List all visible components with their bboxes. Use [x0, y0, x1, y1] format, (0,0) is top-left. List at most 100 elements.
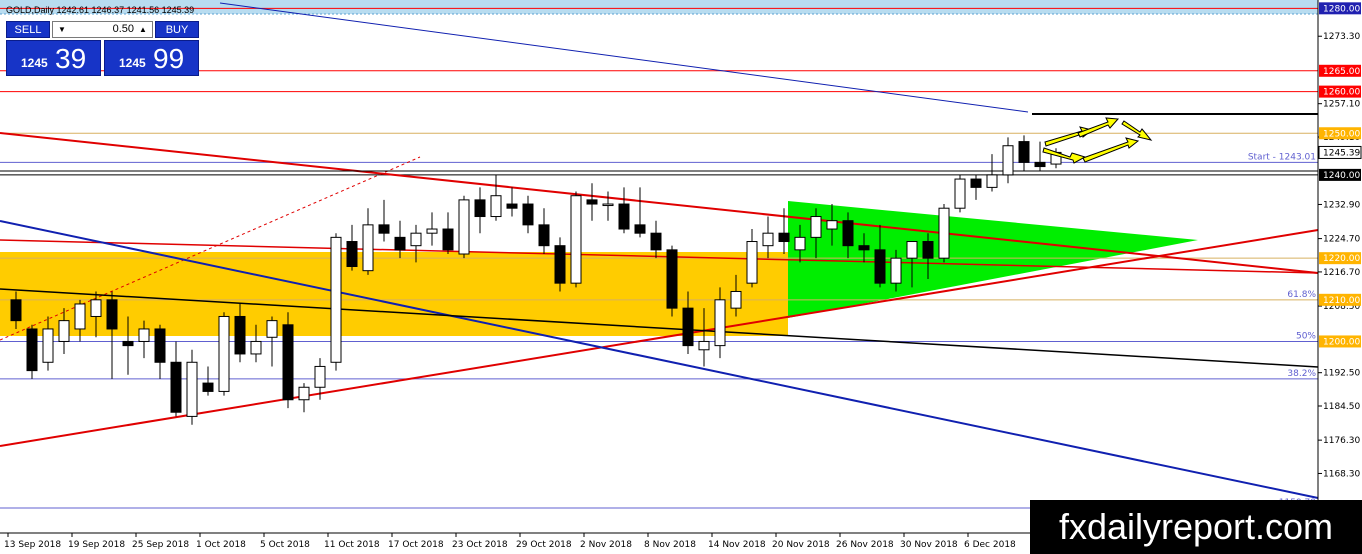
price-tick-label: 1257.10 — [1323, 100, 1360, 110]
price-tick-label: 1216.70 — [1323, 268, 1360, 278]
level-badge-label: 1210.00 — [1323, 296, 1360, 306]
candle-body — [26, 328, 38, 372]
candle-body — [122, 340, 134, 347]
candle-body — [586, 199, 598, 205]
candle-body — [186, 361, 198, 417]
buy-price-box[interactable]: 1245 99 — [104, 40, 199, 76]
candle-body — [746, 241, 758, 284]
candle-body — [762, 232, 774, 247]
candle-body — [42, 328, 54, 363]
sell-price-box[interactable]: 1245 39 — [6, 40, 101, 76]
candle-body — [570, 195, 582, 284]
candle-body — [74, 303, 86, 330]
time-tick-label: 5 Oct 2018 — [260, 540, 310, 550]
price-tick-label: 1168.30 — [1323, 469, 1360, 479]
price-tick-label: 1192.50 — [1323, 369, 1360, 379]
candle-body — [154, 328, 166, 363]
candle-body — [346, 241, 358, 267]
candle-body — [666, 249, 678, 309]
time-tick-label: 30 Nov 2018 — [900, 540, 958, 550]
candle-body — [858, 245, 870, 251]
candle-body — [250, 340, 262, 355]
candle-body — [506, 203, 518, 209]
time-tick-label: 11 Oct 2018 — [324, 540, 380, 550]
chart-annotations: Start - 1243.0161.8%50%38.2%1159.79 — [1248, 152, 1317, 508]
candle-body — [282, 324, 294, 401]
candle-body — [362, 224, 374, 272]
price-tick-label: 1176.30 — [1323, 436, 1360, 446]
candle-body — [1034, 161, 1046, 168]
candle-body — [1018, 141, 1030, 163]
buy-button[interactable]: BUY — [155, 21, 199, 38]
time-tick-label: 19 Sep 2018 — [68, 540, 125, 550]
time-tick-label: 2 Nov 2018 — [580, 540, 632, 550]
buy-price-prefix: 1245 — [119, 56, 146, 70]
candle-body — [410, 232, 422, 247]
candle-body — [426, 228, 438, 234]
time-tick-label: 25 Sep 2018 — [132, 540, 189, 550]
current-price-badge-label: 1245.39 — [1323, 148, 1360, 158]
level-badge-label: 1220.00 — [1323, 254, 1360, 264]
candle-body — [1002, 145, 1014, 176]
price-tick-label: 1232.90 — [1323, 200, 1360, 210]
lot-size-input[interactable]: ▼ 0.50 ▲ — [52, 21, 153, 38]
header-band — [0, 0, 1318, 14]
level-badge-label: 1240.00 — [1323, 171, 1360, 181]
projection-arrows — [1042, 117, 1153, 164]
candle-body — [890, 257, 902, 284]
candle-body — [458, 199, 470, 255]
arrow-down-2 — [1121, 120, 1153, 141]
candle-body — [58, 320, 70, 342]
candle-body — [218, 315, 230, 392]
time-tick-label: 1 Oct 2018 — [196, 540, 246, 550]
arrow-up-3 — [1082, 137, 1140, 163]
time-tick-label: 20 Nov 2018 — [772, 540, 830, 550]
time-tick-label: 14 Nov 2018 — [708, 540, 766, 550]
time-tick-label: 23 Oct 2018 — [452, 540, 508, 550]
price-tick-label: 1273.30 — [1323, 32, 1360, 42]
candle-body — [842, 220, 854, 247]
candle-body — [794, 236, 806, 251]
lot-decrease-icon[interactable]: ▼ — [55, 22, 69, 37]
level-badge-label: 1200.00 — [1323, 337, 1360, 347]
level-annotation: 50% — [1296, 331, 1316, 341]
candle-body — [138, 328, 150, 342]
time-tick-label: 17 Oct 2018 — [388, 540, 444, 550]
candle-body — [634, 224, 646, 234]
candle-body — [682, 307, 694, 347]
lot-increase-icon[interactable]: ▲ — [136, 22, 150, 37]
level-badge-label: 1265.00 — [1323, 67, 1360, 77]
candle-body — [698, 340, 710, 351]
candle-body — [10, 299, 22, 322]
sell-button[interactable]: SELL — [6, 21, 50, 38]
time-tick-label: 6 Dec 2018 — [964, 540, 1016, 550]
level-annotation: Start - 1243.01 — [1248, 152, 1316, 162]
candle-body — [778, 232, 790, 243]
sell-price-prefix: 1245 — [21, 56, 48, 70]
candle-body — [650, 232, 662, 251]
level-badge-label: 1280.00 — [1323, 4, 1360, 14]
watermark-logo: fxdailyreport.com — [1030, 500, 1362, 554]
candle-body — [810, 216, 822, 238]
candle-body — [938, 207, 950, 259]
lot-size-value[interactable]: 0.50 — [71, 22, 134, 37]
candle-body — [234, 315, 246, 355]
candle-body — [442, 228, 454, 251]
price-chart[interactable]: 1273.301257.101249.101232.901224.701216.… — [0, 0, 1362, 554]
candle-body — [170, 361, 182, 413]
candle-body — [330, 236, 342, 363]
time-tick-label: 29 Oct 2018 — [516, 540, 572, 550]
candle-body — [474, 199, 486, 218]
candle-body — [538, 224, 550, 247]
candle-body — [490, 195, 502, 218]
level-annotation: 38.2% — [1287, 369, 1316, 379]
candle-body — [90, 299, 102, 317]
candle-body — [106, 299, 118, 330]
candle-body — [954, 178, 966, 209]
candle-body — [906, 241, 918, 259]
time-tick-label: 13 Sep 2018 — [4, 540, 61, 550]
candle-body — [394, 236, 406, 251]
levels-layer — [0, 7, 1318, 509]
level-annotation: 61.8% — [1287, 290, 1316, 300]
candle-body — [522, 203, 534, 226]
